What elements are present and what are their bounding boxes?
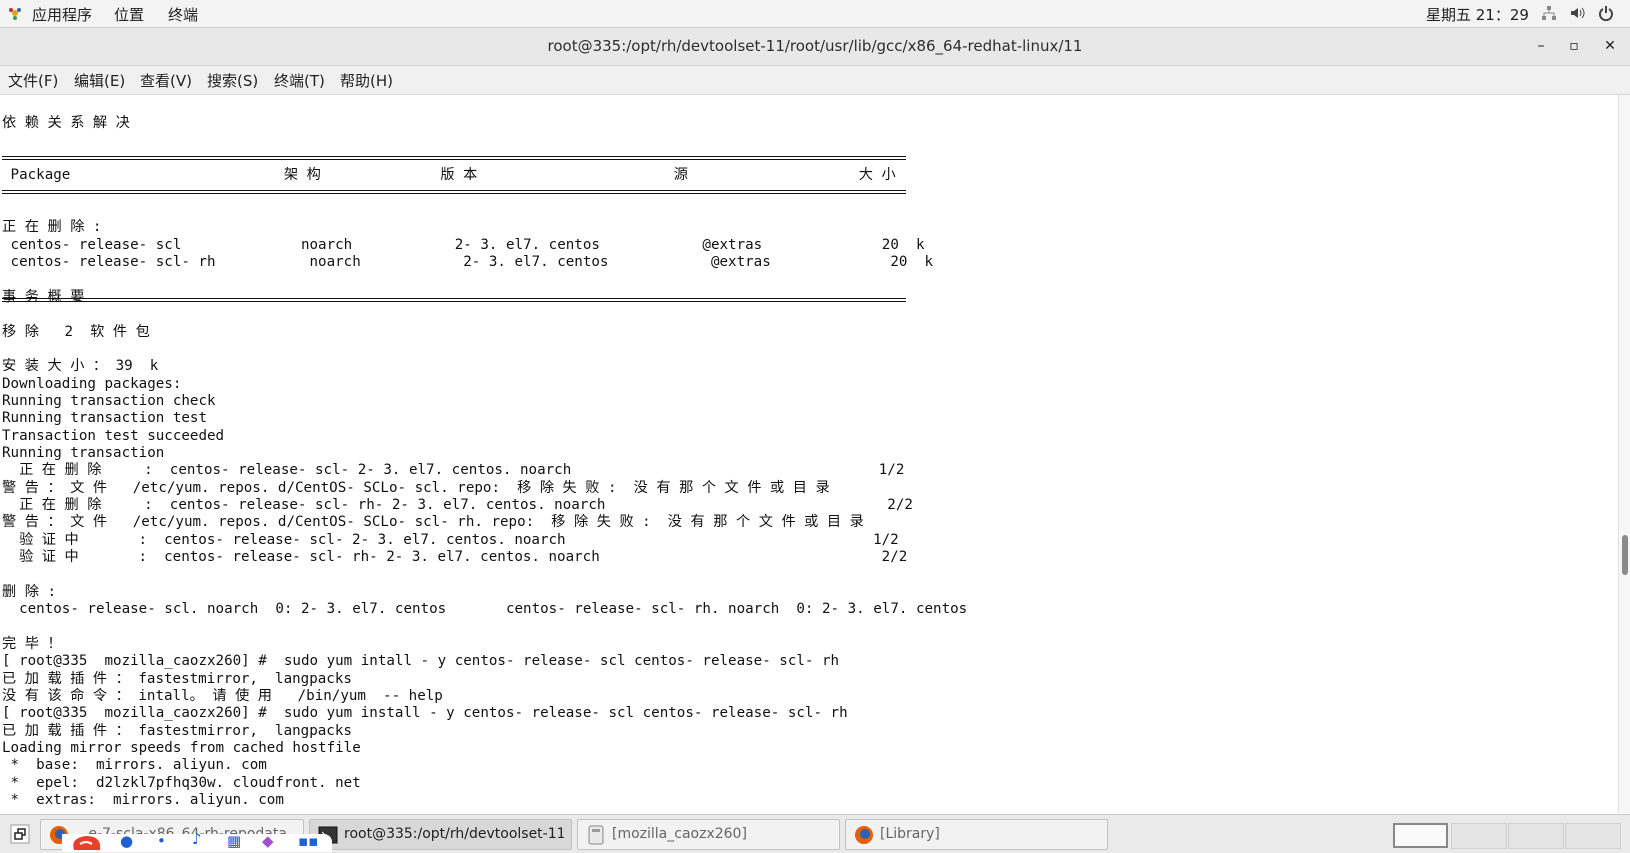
terminal-line: 验 证 中 : centos- release- scl- 2- 3. el7.… [2,531,899,548]
power-icon[interactable] [1598,5,1614,21]
file-manager-icon [588,825,604,845]
terminal-line: centos- release- scl- rh noarch 2- 3. el… [2,254,934,271]
terminal-output[interactable]: 依 赖 关 系 解 决 Package 架 构 版 本 源 大 小正 在 删 除… [0,95,1618,813]
close-button[interactable]: ✕ [1600,36,1620,56]
terminal-line: Package 架 构 版 本 源 大 小 [2,167,896,184]
scrollbar-thumb[interactable] [1622,535,1628,575]
table-rule [2,156,906,157]
terminal-line: 正 在 删 除 : [2,219,102,236]
terminal-line: [ root@335 mozilla_caozx260] # sudo yum … [2,705,848,722]
workspace-3[interactable] [1508,823,1564,849]
menu-help[interactable]: 帮助(H) [340,70,393,91]
ime-skin-icon[interactable]: ◆ [262,832,274,850]
maximize-button[interactable]: ▫ [1564,36,1584,56]
terminal-line: Transaction test succeeded [2,427,225,444]
menu-file[interactable]: 文件(F) [8,70,58,91]
terminal-line: centos- release- scl noarch 2- 3. el7. c… [2,236,925,253]
ime-punctuation-icon[interactable]: • [157,832,166,850]
ime-mode-icon[interactable]: ● [120,832,133,850]
task-terminal[interactable]: root@335:/opt/rh/devtoolset-11/r… [309,819,572,850]
terminal-line: [ root@335 mozilla_caozx260] # sudo yum … [2,653,840,670]
network-icon[interactable] [1541,5,1557,21]
ime-voice-icon[interactable]: ♪ [192,830,202,848]
task-label: root@335:/opt/rh/devtoolset-11/r… [344,826,564,842]
terminal-line: 已 加 载 插 件 ： fastestmirror, langpacks [2,670,352,687]
terminal-scrollbar[interactable] [1618,95,1630,813]
terminal-line: 警 告 ： 文 件 /etc/yum. repos. d/CentOS- SCL… [2,479,830,496]
window-title: root@335:/opt/rh/devtoolset-11/root/usr/… [547,37,1083,55]
terminal-line: * base: mirrors. aliyun. com [2,757,267,774]
menu-search[interactable]: 搜索(S) [207,70,258,91]
ime-toolbox-icon[interactable]: ▪▪ [298,832,318,850]
terminal-line: 正 在 删 除 : centos- release- scl- 2- 3. el… [2,462,905,479]
table-rule [2,301,906,302]
terminal-line: 正 在 删 除 : centos- release- scl- rh- 2- 3… [2,497,913,514]
window-titlebar[interactable]: root@335:/opt/rh/devtoolset-11/root/usr/… [0,28,1630,66]
terminal-line: * epel: d2lzkl7pfhq30w. cloudfront. net [2,774,361,791]
show-desktop-icon[interactable] [10,824,30,844]
menu-view[interactable]: 查看(V) [140,70,192,91]
terminal-line: 没 有 该 命 令 ： intall。 请 使 用 /bin/yum -- he… [2,687,443,704]
minimize-button[interactable]: – [1531,36,1551,56]
terminal-line: 验 证 中 : centos- release- scl- rh- 2- 3. … [2,549,908,566]
terminal-line: Downloading packages: [2,375,182,392]
menu-places[interactable]: 位置 [114,4,144,25]
applications-icon[interactable] [8,6,22,20]
workspace-2[interactable] [1451,823,1507,849]
top-panel: 应用程序 位置 终端 星期五 21：29 [0,0,1630,28]
table-rule [2,193,906,194]
terminal-line: 依 赖 关 系 解 决 [2,115,130,132]
terminal-line: 完 毕 ！ [2,635,62,652]
firefox-icon [855,826,873,844]
menu-terminal[interactable]: 终端 [168,4,198,25]
ime-keyboard-icon[interactable]: ▦ [227,832,241,850]
terminal-line: 移 除 2 软 件 包 [2,323,150,340]
terminal-menubar: 文件(F) 编辑(E) 查看(V) 搜索(S) 终端(T) 帮助(H) [0,66,1630,95]
terminal-line: centos- release- scl. noarch 0: 2- 3. el… [2,601,968,618]
terminal-line: 安 装 大 小 ： 39 k [2,358,159,375]
terminal-line: Loading mirror speeds from cached hostfi… [2,739,361,756]
menu-applications[interactable]: 应用程序 [32,4,92,25]
sogou-ime-icon[interactable] [66,832,106,852]
workspace-4[interactable] [1565,823,1621,849]
menu-terminal-menu[interactable]: 终端(T) [274,70,325,91]
terminal-line: * extras: mirrors. aliyun. com [2,792,284,808]
clock[interactable]: 星期五 21：29 [1426,4,1529,25]
terminal-line: Running transaction check [2,392,216,409]
terminal-line: 删 除 : [2,583,56,600]
task-firefox-library[interactable]: [Library] [845,819,1108,850]
volume-icon[interactable] [1569,5,1585,21]
terminal-line: 事 务 概 要 [2,288,85,305]
terminal-line: 已 加 载 插 件 ： fastestmirror, langpacks [2,722,352,739]
table-rule [2,298,906,299]
workspace-1[interactable] [1393,823,1448,848]
ime-toolbar[interactable]: ● • ♪ ▦ ◆ ▪▪ [62,830,332,852]
terminal-line: 警 告 ： 文 件 /etc/yum. repos. d/CentOS- SCL… [2,514,864,531]
table-rule [2,190,906,191]
task-file-manager[interactable]: [mozilla_caozx260] [577,819,840,850]
task-label: [Library] [880,826,940,842]
menu-edit[interactable]: 编辑(E) [74,70,125,91]
terminal-line: Running transaction [2,445,165,461]
terminal-line: Running transaction test [2,410,207,427]
table-rule [2,159,906,160]
task-label: [mozilla_caozx260] [612,826,747,842]
